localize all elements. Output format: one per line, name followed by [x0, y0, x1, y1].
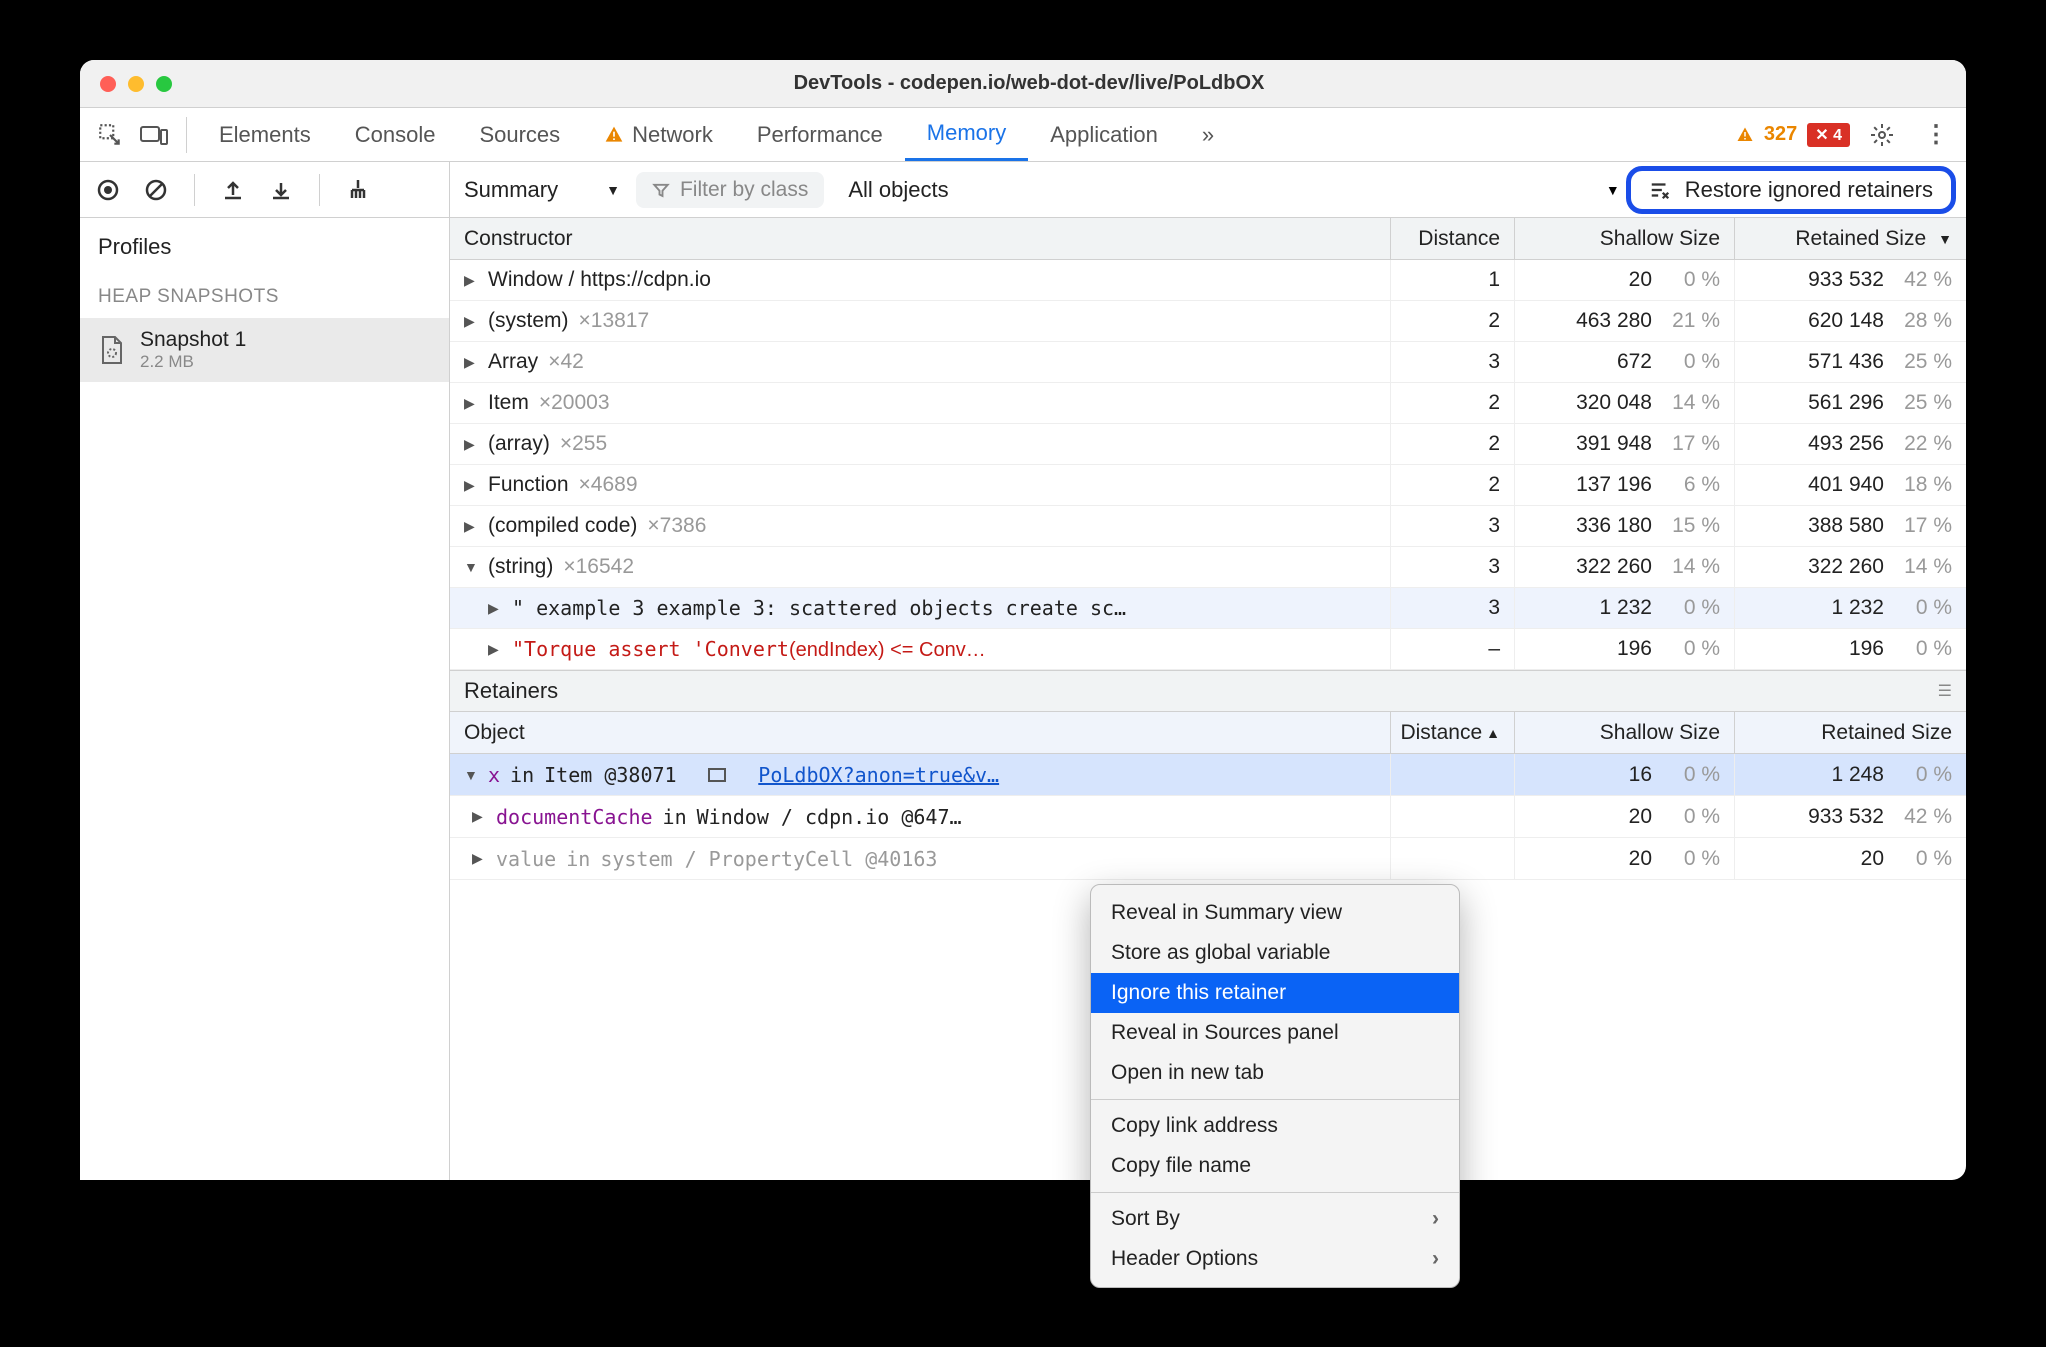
- retainer-row[interactable]: ▶documentCache in Window / cdpn.io @647……: [450, 796, 1966, 838]
- col-retained-ret[interactable]: Retained Size: [1734, 712, 1966, 753]
- record-icon[interactable]: [92, 174, 124, 206]
- heap-snapshots-label: HEAP SNAPSHOTS: [80, 276, 449, 318]
- context-menu-item[interactable]: Open in new tab: [1091, 1053, 1459, 1093]
- devtools-window: DevTools - codepen.io/web-dot-dev/live/P…: [80, 60, 1966, 1180]
- col-constructor[interactable]: Constructor: [450, 218, 1390, 259]
- context-menu-item[interactable]: Ignore this retainer: [1091, 973, 1459, 1013]
- col-shallow[interactable]: Shallow Size: [1514, 218, 1734, 259]
- view-dropdown[interactable]: Summary▼: [464, 177, 620, 203]
- tab-application[interactable]: Application: [1028, 108, 1180, 161]
- col-shallow-ret[interactable]: Shallow Size: [1514, 712, 1734, 753]
- context-menu-item[interactable]: Header Options›: [1091, 1239, 1459, 1279]
- window-title: DevTools - codepen.io/web-dot-dev/live/P…: [172, 72, 1886, 95]
- sweep-icon[interactable]: [342, 174, 374, 206]
- upload-icon[interactable]: [217, 174, 249, 206]
- device-icon[interactable]: [138, 119, 170, 151]
- table-row[interactable]: ▶Array ×42 3 6720 % 571 43625 %: [450, 342, 1966, 383]
- tab-elements[interactable]: Elements: [197, 108, 333, 161]
- tab-performance[interactable]: Performance: [735, 108, 905, 161]
- window-controls: [100, 76, 172, 92]
- filter-placeholder: Filter by class: [680, 178, 808, 202]
- table-row[interactable]: ▶"Torque assert 'Convert(endIndex) <= Co…: [450, 629, 1966, 670]
- retainer-row[interactable]: ▶value in system / PropertyCell @40163 2…: [450, 838, 1966, 880]
- gear-icon[interactable]: [1866, 119, 1898, 151]
- zoom-window[interactable]: [156, 76, 172, 92]
- tab-sources[interactable]: Sources: [457, 108, 582, 161]
- table-row[interactable]: ▶" example 3 example 3: scattered object…: [450, 588, 1966, 629]
- restore-ignored-retainers[interactable]: Restore ignored retainers: [1626, 166, 1956, 214]
- filter-icon: [652, 181, 670, 199]
- col-distance[interactable]: Distance: [1390, 218, 1514, 259]
- errors-badge[interactable]: ✕ 4: [1807, 123, 1850, 147]
- memory-toolbar: Summary▼ Filter by class All objects ▼ R…: [450, 162, 1966, 218]
- inspect-icon[interactable]: [94, 119, 126, 151]
- snapshot-item[interactable]: Snapshot 1 2.2 MB: [80, 318, 449, 382]
- table-row[interactable]: ▶Window / https://cdpn.io 1 200 % 933 53…: [450, 260, 1966, 301]
- context-menu-item[interactable]: Reveal in Summary view: [1091, 893, 1459, 933]
- tab-more[interactable]: »: [1180, 108, 1236, 161]
- table-row[interactable]: ▼(string) ×16542 3 322 26014 % 322 26014…: [450, 547, 1966, 588]
- context-menu-item[interactable]: Copy file name: [1091, 1146, 1459, 1186]
- constructor-table-header: Constructor Distance Shallow Size Retain…: [450, 218, 1966, 260]
- table-row[interactable]: ▶Item ×20003 2 320 04814 % 561 29625 %: [450, 383, 1966, 424]
- table-row[interactable]: ▶(system) ×13817 2 463 28021 % 620 14828…: [450, 301, 1966, 342]
- download-icon[interactable]: [265, 174, 297, 206]
- profiles-header: Profiles: [80, 218, 449, 276]
- minimize-window[interactable]: [128, 76, 144, 92]
- table-row[interactable]: ▶Function ×4689 2 137 1966 % 401 94018 %: [450, 465, 1966, 506]
- titlebar: DevTools - codepen.io/web-dot-dev/live/P…: [80, 60, 1966, 108]
- sidebar-toolbar: [80, 162, 449, 218]
- retainers-header: Retainers ☰: [450, 670, 1966, 712]
- context-menu: Reveal in Summary viewStore as global va…: [1090, 884, 1460, 1288]
- table-row[interactable]: ▶(array) ×255 2 391 94817 % 493 25622 %: [450, 424, 1966, 465]
- context-menu-item[interactable]: Sort By›: [1091, 1199, 1459, 1239]
- col-distance-ret[interactable]: Distance▲: [1390, 712, 1514, 753]
- warnings-count[interactable]: 327: [1764, 123, 1797, 146]
- kebab-icon[interactable]: ⋮: [1920, 119, 1952, 151]
- clear-icon[interactable]: [140, 174, 172, 206]
- file-icon: [708, 768, 726, 782]
- retainer-row[interactable]: ▼x in Item @38071 PoLdbOX?anon=true&v… 1…: [450, 754, 1966, 796]
- snapshot-size: 2.2 MB: [140, 352, 246, 372]
- close-window[interactable]: [100, 76, 116, 92]
- snapshot-icon: [98, 336, 126, 364]
- all-objects-dropdown[interactable]: All objects: [848, 177, 948, 203]
- context-menu-item[interactable]: Copy link address: [1091, 1106, 1459, 1146]
- warning-icon: [1736, 126, 1754, 144]
- restore-icon: [1649, 179, 1671, 201]
- retainers-menu-icon[interactable]: ☰: [1938, 681, 1952, 701]
- filter-input[interactable]: Filter by class: [636, 172, 824, 208]
- tab-network[interactable]: Network: [582, 108, 735, 161]
- tab-console[interactable]: Console: [333, 108, 458, 161]
- col-retained[interactable]: Retained Size▼: [1734, 218, 1966, 259]
- panel-tabbar: Elements Console Sources Network Perform…: [80, 108, 1966, 162]
- profiles-sidebar: Profiles HEAP SNAPSHOTS Snapshot 1 2.2 M…: [80, 162, 450, 1180]
- table-row[interactable]: ▶(compiled code) ×7386 3 336 18015 % 388…: [450, 506, 1966, 547]
- retainers-table-header: Object Distance▲ Shallow Size Retained S…: [450, 712, 1966, 754]
- context-menu-item[interactable]: Store as global variable: [1091, 933, 1459, 973]
- warning-icon: [604, 125, 624, 145]
- col-object[interactable]: Object: [450, 712, 1390, 753]
- tab-memory[interactable]: Memory: [905, 108, 1028, 161]
- snapshot-name: Snapshot 1: [140, 328, 246, 352]
- context-menu-item[interactable]: Reveal in Sources panel: [1091, 1013, 1459, 1053]
